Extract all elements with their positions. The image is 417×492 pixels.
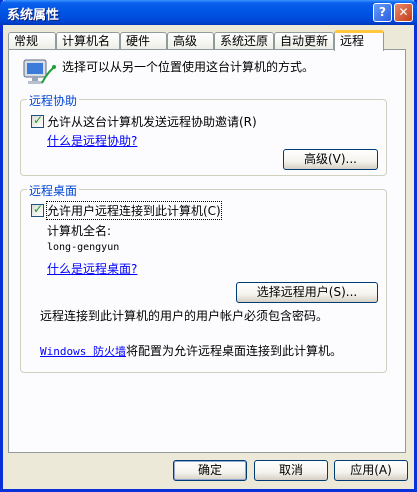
advanced-button[interactable]: 高级(V)... bbox=[283, 149, 378, 170]
intro-text: 选择可以从另一个位置使用这台计算机的方式。 bbox=[62, 60, 315, 74]
cancel-button[interactable]: 取消 bbox=[254, 460, 328, 481]
checkmark-icon: ✓ bbox=[33, 113, 44, 127]
computer-name-label: 计算机全名: bbox=[47, 224, 112, 238]
remote-desktop-checkbox[interactable]: ✓ bbox=[31, 202, 44, 217]
tab-computer-name[interactable]: 计算机名 bbox=[56, 32, 120, 50]
remote-assistance-checkbox-label[interactable]: 允许从这台计算机发送远程协助邀请(R) bbox=[47, 113, 257, 130]
window-title: 系统属性 bbox=[7, 8, 60, 23]
select-remote-users-button[interactable]: 选择远程用户(S)... bbox=[236, 282, 378, 303]
tab-system-restore[interactable]: 系统还原 bbox=[214, 32, 274, 50]
what-is-remote-assistance-link[interactable]: 什么是远程协助? bbox=[47, 132, 137, 149]
windows-firewall-link[interactable]: Windows 防火墙 bbox=[40, 343, 126, 359]
monitor-network-icon bbox=[23, 59, 56, 84]
remote-assistance-checkbox[interactable]: ✓ bbox=[31, 113, 44, 128]
title-bar[interactable]: 系统属性 ? ✕ bbox=[0, 0, 417, 25]
apply-button[interactable]: 应用(A) bbox=[334, 460, 408, 481]
computer-name-value: long-gengyun bbox=[47, 242, 120, 253]
ok-button[interactable]: 确定 bbox=[173, 460, 247, 481]
remote-assistance-group-label: 远程协助 bbox=[27, 92, 80, 109]
tab-general[interactable]: 常规 bbox=[8, 32, 56, 50]
remote-desktop-checkbox-label[interactable]: 允许用户远程连接到此计算机(C) bbox=[46, 201, 222, 220]
what-is-remote-desktop-link[interactable]: 什么是远程桌面? bbox=[47, 260, 137, 277]
tab-hardware[interactable]: 硬件 bbox=[120, 32, 167, 50]
firewall-note: 将配置为允许远程桌面连接到此计算机。 bbox=[126, 344, 343, 358]
password-note: 远程连接到此计算机的用户的用户帐户必须包含密码。 bbox=[40, 309, 329, 323]
help-button[interactable]: ? bbox=[373, 3, 392, 22]
remote-desktop-group-label: 远程桌面 bbox=[27, 182, 80, 199]
tab-advanced[interactable]: 高级 bbox=[167, 32, 214, 50]
close-button[interactable]: ✕ bbox=[394, 3, 413, 22]
checkmark-icon: ✓ bbox=[33, 202, 44, 216]
tab-remote[interactable]: 远程 bbox=[334, 30, 384, 51]
tab-automatic-updates[interactable]: 自动更新 bbox=[274, 32, 334, 50]
